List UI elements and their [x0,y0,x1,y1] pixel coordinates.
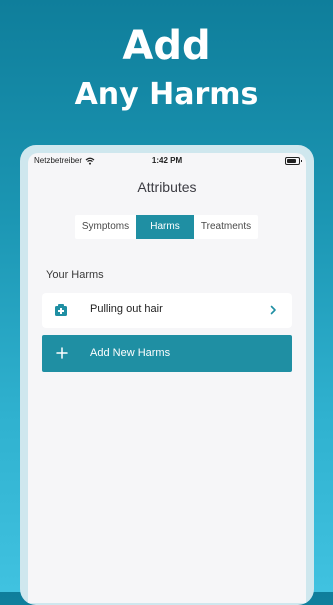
promo-subheadline: Any Harms [74,77,259,112]
status-bar: Netzbetreiber 1:42 PM [28,153,306,169]
chevron-right-icon [270,305,276,315]
add-new-harm-label: Add New Harms [90,347,171,359]
add-new-harm-button[interactable]: Add New Harms [42,335,292,372]
tab-symptoms[interactable]: Symptoms [75,215,136,239]
promo-headline: Add [122,23,211,69]
plus-icon [56,347,68,359]
section-title: Your Harms [46,269,104,281]
harm-row[interactable]: Pulling out hair [42,293,292,328]
status-time: 1:42 PM [151,156,183,165]
page-title: Attributes [137,179,197,195]
harm-label: Pulling out hair [90,303,163,315]
attribute-tabs: Symptoms Harms Treatments [75,215,258,239]
harm-icon [55,304,67,316]
tab-treatments[interactable]: Treatments [194,215,258,239]
battery-icon [285,157,302,165]
tab-harms[interactable]: Harms [136,215,194,239]
app-screen: Netzbetreiber 1:42 PM Attributes Symptom… [28,153,306,603]
